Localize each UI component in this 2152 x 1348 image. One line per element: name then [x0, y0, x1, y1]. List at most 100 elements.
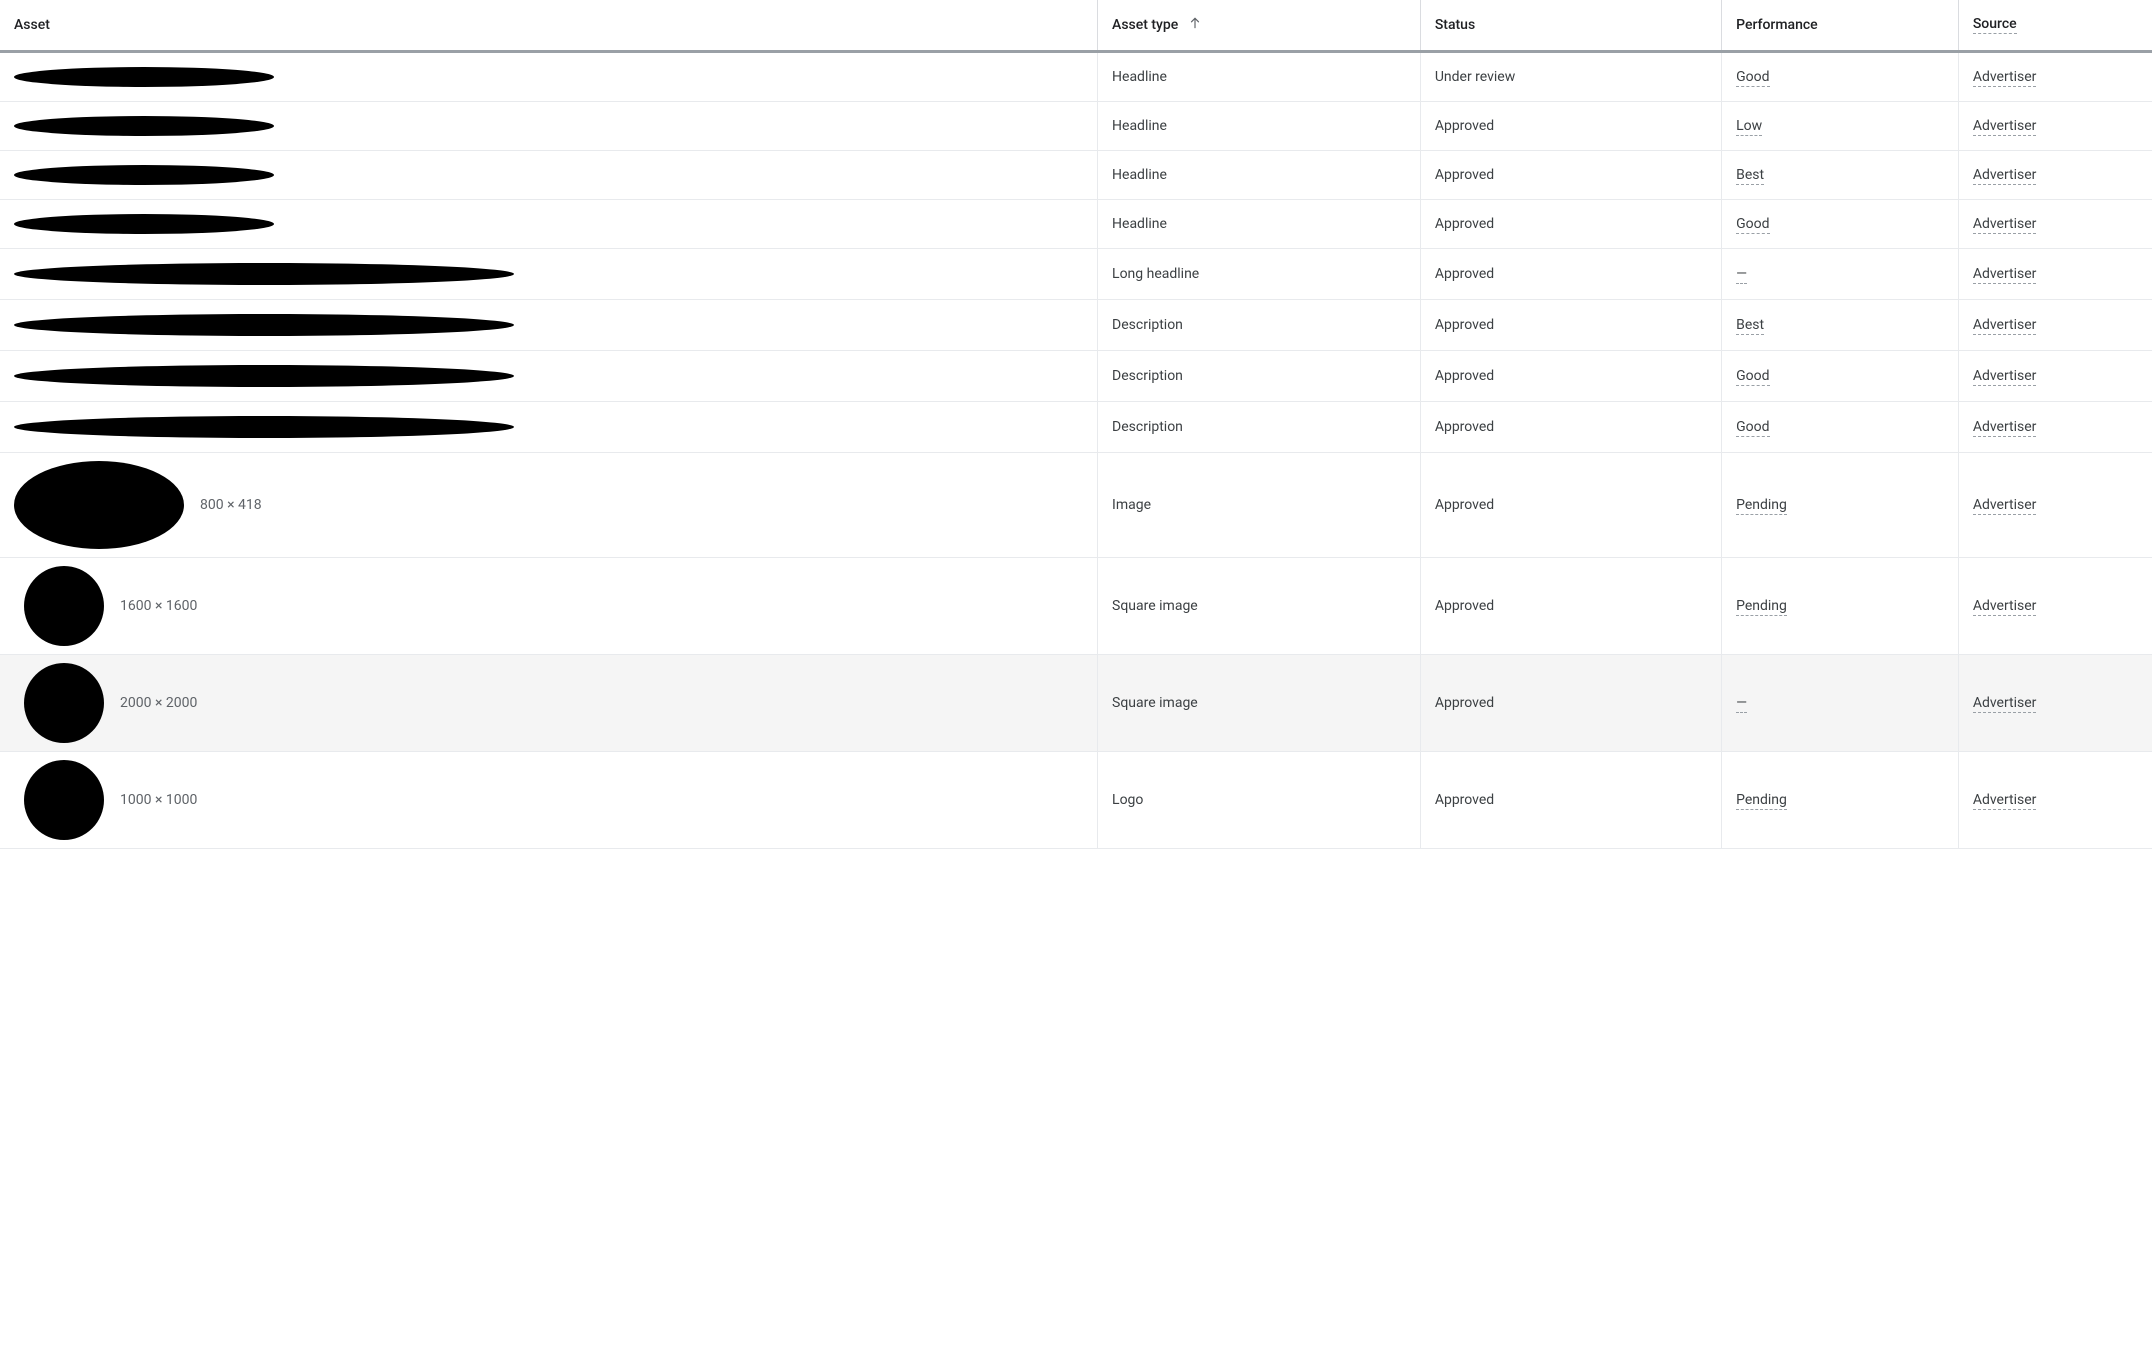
asset-type-cell: Description — [1098, 351, 1421, 402]
asset-content: 2000 × 2000 — [14, 663, 1083, 743]
source-value: Advertiser — [1973, 695, 2037, 713]
status-cell: Approved — [1420, 300, 1721, 351]
asset-cell — [0, 249, 1098, 300]
table-row[interactable]: HeadlineUnder reviewGoodAdvertiser — [0, 52, 2152, 102]
redacted-text-icon — [14, 165, 274, 185]
asset-type-cell: Image — [1098, 453, 1421, 558]
table-row[interactable]: 2000 × 2000Square imageApproved—Advertis… — [0, 655, 2152, 752]
table-row[interactable]: Long headlineApproved—Advertiser — [0, 249, 2152, 300]
performance-cell: Pending — [1722, 453, 1959, 558]
column-header-asset-type[interactable]: Asset type — [1098, 0, 1421, 52]
asset-cell: 1600 × 1600 — [0, 558, 1098, 655]
performance-value: — — [1736, 695, 1747, 713]
source-cell: Advertiser — [1958, 351, 2152, 402]
performance-cell: Good — [1722, 402, 1959, 453]
column-header-source[interactable]: Source — [1958, 0, 2152, 52]
asset-cell — [0, 402, 1098, 453]
column-header-label: Source — [1973, 16, 2017, 34]
source-cell: Advertiser — [1958, 752, 2152, 849]
asset-type-cell: Headline — [1098, 52, 1421, 102]
redacted-text-icon — [14, 365, 514, 387]
asset-cell — [0, 351, 1098, 402]
performance-value: Good — [1736, 69, 1769, 87]
performance-cell: Pending — [1722, 752, 1959, 849]
asset-cell: 1000 × 1000 — [0, 752, 1098, 849]
redacted-text-icon — [14, 263, 514, 285]
source-cell: Advertiser — [1958, 558, 2152, 655]
asset-cell: 2000 × 2000 — [0, 655, 1098, 752]
performance-value: Pending — [1736, 598, 1787, 616]
column-header-asset[interactable]: Asset — [0, 0, 1098, 52]
status-cell: Approved — [1420, 102, 1721, 151]
asset-cell — [0, 151, 1098, 200]
redacted-text-icon — [14, 116, 274, 136]
column-header-label: Asset type — [1112, 17, 1178, 33]
performance-cell: Best — [1722, 300, 1959, 351]
table-row[interactable]: 1000 × 1000LogoApprovedPendingAdvertiser — [0, 752, 2152, 849]
performance-cell: Pending — [1722, 558, 1959, 655]
performance-cell: Low — [1722, 102, 1959, 151]
table-row[interactable]: HeadlineApprovedBestAdvertiser — [0, 151, 2152, 200]
redacted-text-icon — [14, 416, 514, 438]
asset-type-cell: Headline — [1098, 102, 1421, 151]
source-cell: Advertiser — [1958, 52, 2152, 102]
asset-content — [14, 67, 1083, 87]
source-value: Advertiser — [1973, 598, 2037, 616]
column-header-status[interactable]: Status — [1420, 0, 1721, 52]
redacted-image-icon — [24, 566, 104, 646]
source-value: Advertiser — [1973, 266, 2037, 284]
source-value: Advertiser — [1973, 419, 2037, 437]
performance-value: Best — [1736, 167, 1764, 185]
status-cell: Approved — [1420, 351, 1721, 402]
source-cell: Advertiser — [1958, 453, 2152, 558]
performance-value: Pending — [1736, 497, 1787, 515]
source-value: Advertiser — [1973, 317, 2037, 335]
table-row[interactable]: 1600 × 1600Square imageApprovedPendingAd… — [0, 558, 2152, 655]
table-row[interactable]: DescriptionApproved Good Advertiser — [0, 351, 2152, 402]
redacted-text-icon — [14, 214, 274, 234]
asset-cell: 800 × 418 — [0, 453, 1098, 558]
asset-content — [14, 165, 1083, 185]
source-value: Advertiser — [1973, 497, 2037, 515]
image-dimensions: 1600 × 1600 — [120, 598, 197, 614]
asset-type-cell: Headline — [1098, 151, 1421, 200]
performance-value: Good — [1736, 368, 1769, 386]
source-cell: Advertiser — [1958, 151, 2152, 200]
assets-table: Asset Asset type Status Performance Sour… — [0, 0, 2152, 849]
column-header-performance[interactable]: Performance — [1722, 0, 1959, 52]
asset-content — [14, 263, 1083, 285]
column-header-label: Performance — [1736, 17, 1818, 33]
source-value: Advertiser — [1973, 69, 2037, 87]
table-row[interactable]: DescriptionApprovedBestAdvertiser — [0, 300, 2152, 351]
status-cell: Approved — [1420, 402, 1721, 453]
source-cell: Advertiser — [1958, 300, 2152, 351]
source-value: Advertiser — [1973, 167, 2037, 185]
asset-content — [14, 314, 1083, 336]
source-value: Advertiser — [1973, 368, 2037, 386]
column-header-label: Asset — [14, 17, 50, 33]
asset-type-cell: Logo — [1098, 752, 1421, 849]
status-cell: Approved — [1420, 453, 1721, 558]
performance-cell: Good — [1722, 200, 1959, 249]
asset-content: 1600 × 1600 — [14, 566, 1083, 646]
table-row[interactable]: HeadlineApprovedGoodAdvertiser — [0, 200, 2152, 249]
performance-cell: — — [1722, 655, 1959, 752]
table-row[interactable]: HeadlineApprovedLowAdvertiser — [0, 102, 2152, 151]
source-cell: Advertiser — [1958, 249, 2152, 300]
asset-cell — [0, 102, 1098, 151]
status-cell: Approved — [1420, 200, 1721, 249]
performance-value: — — [1736, 266, 1747, 284]
status-cell: Approved — [1420, 655, 1721, 752]
performance-cell: — — [1722, 249, 1959, 300]
table-header-row: Asset Asset type Status Performance Sour… — [0, 0, 2152, 52]
redacted-text-icon — [14, 67, 274, 87]
asset-content — [14, 365, 1083, 387]
column-header-label: Status — [1435, 17, 1475, 33]
table-row[interactable]: DescriptionApprovedGoodAdvertiser — [0, 402, 2152, 453]
asset-cell — [0, 300, 1098, 351]
redacted-image-icon — [24, 663, 104, 743]
source-cell: Advertiser — [1958, 200, 2152, 249]
image-dimensions: 800 × 418 — [200, 497, 262, 513]
table-row[interactable]: 800 × 418 ImageApproved Pending Advertiser — [0, 453, 2152, 558]
performance-value: Good — [1736, 419, 1769, 437]
